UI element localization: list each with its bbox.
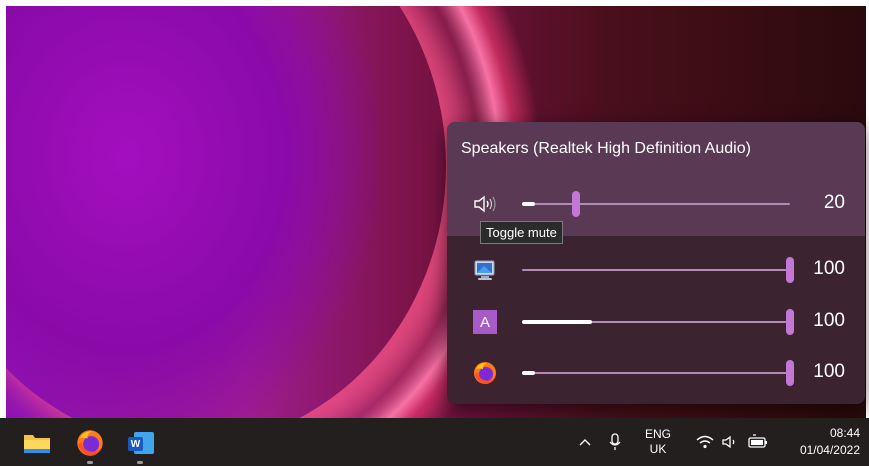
- running-indicator: [137, 461, 143, 464]
- clock-time: 08:44: [829, 426, 860, 440]
- app-a-letter: A: [473, 310, 497, 334]
- app-a-volume-value: 100: [813, 310, 845, 331]
- toggle-mute-tooltip: Toggle mute: [480, 221, 563, 244]
- taskbar-word[interactable]: W: [122, 425, 158, 464]
- show-hidden-icons-chevron[interactable]: [574, 418, 596, 466]
- file-explorer-icon: [24, 435, 50, 453]
- taskbar-file-explorer[interactable]: [19, 425, 55, 461]
- app-a-volume-thumb[interactable]: [786, 309, 794, 335]
- app-a-volume-slider[interactable]: [522, 309, 794, 335]
- taskbar-firefox[interactable]: [72, 425, 108, 464]
- system-sounds-volume-slider[interactable]: [522, 257, 794, 283]
- app-a-peak-meter: [522, 320, 592, 324]
- microphone-icon: [609, 433, 621, 450]
- battery-icon: [748, 434, 767, 448]
- firefox-icon[interactable]: [471, 359, 499, 387]
- firefox-volume-slider[interactable]: [522, 360, 794, 386]
- system-sounds-volume-thumb[interactable]: [786, 257, 794, 283]
- master-volume-thumb[interactable]: [571, 191, 580, 217]
- microphone-tray-icon[interactable]: [604, 418, 626, 466]
- system-sounds-volume-value: 100: [813, 258, 845, 279]
- running-indicator: [87, 461, 93, 464]
- network-volume-battery-group[interactable]: [690, 418, 774, 466]
- volume-icon: [722, 435, 735, 449]
- volume-mixer-flyout: Speakers (Realtek High Definition Audio)…: [447, 122, 865, 404]
- master-volume-row: 20: [447, 186, 865, 222]
- master-volume-slider[interactable]: [522, 191, 790, 217]
- language-code: ENG: [644, 427, 671, 441]
- firefox-volume-thumb[interactable]: [786, 360, 794, 386]
- firefox-volume-value: 100: [813, 361, 845, 382]
- taskbar: W ENG UK 08:44 01/04/2022: [0, 418, 869, 466]
- clock[interactable]: 08:44 01/04/2022: [784, 418, 860, 466]
- chevron-up-icon: [579, 439, 591, 446]
- keyboard-layout: UK: [649, 442, 667, 456]
- app-volume-row-system-sounds: 100: [447, 252, 865, 288]
- master-volume-value: 20: [823, 192, 845, 213]
- wallpaper-glow: [6, 6, 446, 418]
- system-sounds-icon[interactable]: [471, 256, 499, 284]
- speaker-icon[interactable]: [471, 190, 499, 218]
- input-language-indicator[interactable]: ENG UK: [640, 418, 676, 466]
- clock-date: 01/04/2022: [799, 443, 860, 457]
- firefox-icon: [77, 430, 103, 456]
- app-volume-row-a: A 100: [447, 304, 865, 340]
- wifi-icon: [696, 435, 714, 449]
- app-a-icon[interactable]: A: [471, 308, 499, 336]
- master-volume-peak-meter: [522, 202, 536, 206]
- firefox-peak-meter: [522, 371, 536, 375]
- word-letter: W: [128, 437, 143, 451]
- device-name: Speakers (Realtek High Definition Audio): [461, 140, 751, 157]
- app-volume-row-firefox: 100: [447, 355, 865, 391]
